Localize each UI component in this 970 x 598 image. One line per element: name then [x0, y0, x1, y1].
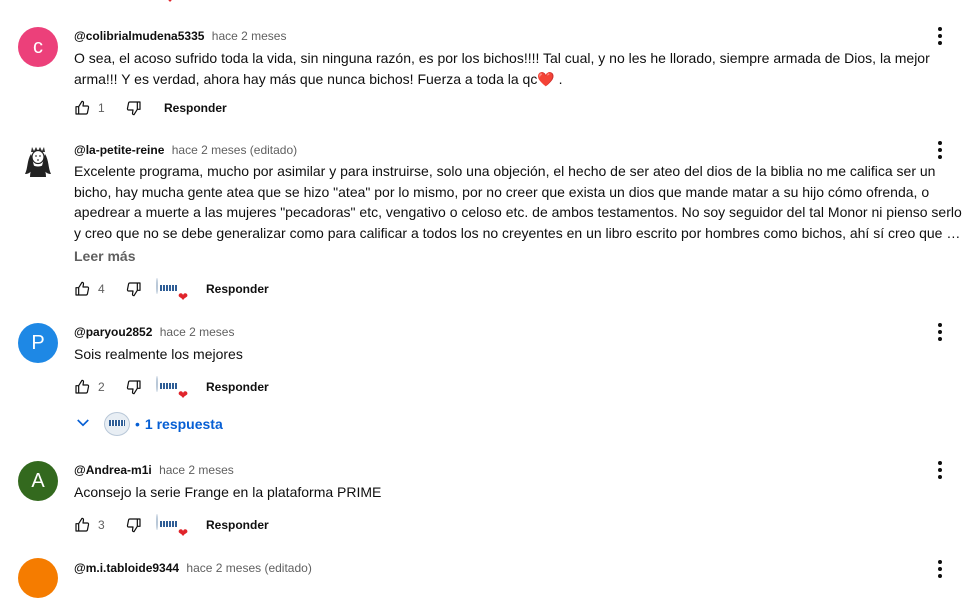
creator-avatar [156, 514, 177, 530]
avatar-letter: P [31, 331, 45, 354]
comment-text: Sois realmente los mejores [74, 346, 243, 362]
comment-meta: @paryou2852 hace 2 meses [74, 325, 234, 339]
more-actions-icon[interactable] [930, 558, 950, 580]
comment-time[interactable]: hace 2 meses (editado) [172, 143, 297, 157]
reply-button[interactable]: Responder [206, 282, 269, 296]
comment-text: Excelente programa, mucho por asimilar y… [74, 163, 962, 241]
comment-time[interactable]: hace 2 meses (editado) [186, 561, 311, 575]
reply-button[interactable]: Responder [164, 101, 227, 115]
view-replies-button[interactable]: • 1 respuesta [74, 411, 223, 437]
author-name[interactable]: @colibrialmudena5335 [74, 29, 204, 43]
more-actions-icon[interactable] [930, 459, 950, 481]
creator-heart-badge[interactable]: ❤ [156, 376, 188, 401]
heart-icon: ❤ [177, 388, 188, 402]
read-more-link[interactable]: Leer más [74, 248, 135, 264]
comment-actions: 3 ❤ Responder [74, 513, 269, 539]
avatar-letter: A [31, 469, 45, 492]
avatar[interactable]: P [18, 323, 58, 363]
like-count: 3 [98, 518, 105, 532]
comment-actions: 1 Responder [74, 96, 227, 120]
like-count: 2 [98, 380, 105, 394]
heart-icon: ❤ [177, 290, 188, 304]
dislike-icon[interactable] [126, 517, 142, 533]
dislike-icon[interactable] [126, 100, 142, 116]
like-count: 4 [98, 282, 105, 296]
queen-portrait-icon[interactable] [18, 140, 58, 180]
comment-time[interactable]: hace 2 meses [212, 29, 287, 43]
comment-actions: 4 ❤ Responder [74, 277, 269, 303]
dislike-icon[interactable] [126, 379, 142, 395]
creator-heart-badge[interactable]: ❤ [156, 278, 188, 303]
avatar[interactable]: A [18, 461, 58, 501]
comment-time[interactable]: hace 2 meses [159, 463, 234, 477]
creator-avatar [156, 278, 177, 294]
comment-meta: @la-petite-reine hace 2 meses (editado) [74, 143, 297, 157]
more-actions-icon[interactable] [930, 25, 950, 47]
like-count: 1 [98, 101, 105, 115]
author-name[interactable]: @paryou2852 [74, 325, 152, 339]
separator-dot: • [135, 416, 140, 432]
like-icon[interactable] [74, 379, 90, 395]
author-name[interactable]: @m.i.tabloide9344 [74, 561, 179, 575]
comment-text: O sea, el acoso sufrido toda la vida, si… [74, 50, 930, 87]
comment-meta: @Andrea-m1i hace 2 meses [74, 463, 234, 477]
heart-icon: ❤ [165, 0, 175, 6]
comment-time[interactable]: hace 2 meses [160, 325, 235, 339]
reply-button[interactable]: Responder [206, 380, 269, 394]
comment-actions: 2 ❤ Responder [74, 375, 269, 401]
avatar[interactable] [18, 558, 58, 598]
dislike-icon[interactable] [126, 281, 142, 297]
creator-avatar [156, 376, 177, 392]
author-name[interactable]: @la-petite-reine [74, 143, 164, 157]
more-actions-icon[interactable] [930, 139, 950, 161]
creator-avatar [104, 412, 130, 436]
avatar-letter: c [33, 35, 43, 58]
creator-heart-badge[interactable]: ❤ [156, 514, 188, 539]
heart-icon: ❤ [177, 526, 188, 540]
reply-button[interactable]: Responder [206, 518, 269, 532]
author-name[interactable]: @Andrea-m1i [74, 463, 152, 477]
replies-count-label: 1 respuesta [144, 416, 223, 432]
more-actions-icon[interactable] [930, 321, 950, 343]
comment-meta: @m.i.tabloide9344 hace 2 meses (editado) [74, 561, 312, 575]
avatar[interactable]: c [18, 27, 58, 67]
like-icon[interactable] [74, 517, 90, 533]
comment-meta: @colibrialmudena5335 hace 2 meses [74, 29, 286, 43]
like-icon[interactable] [74, 281, 90, 297]
comment-text: Aconsejo la serie Frange en la plataform… [74, 484, 382, 500]
like-icon[interactable] [74, 100, 90, 116]
chevron-down-icon [74, 414, 92, 435]
